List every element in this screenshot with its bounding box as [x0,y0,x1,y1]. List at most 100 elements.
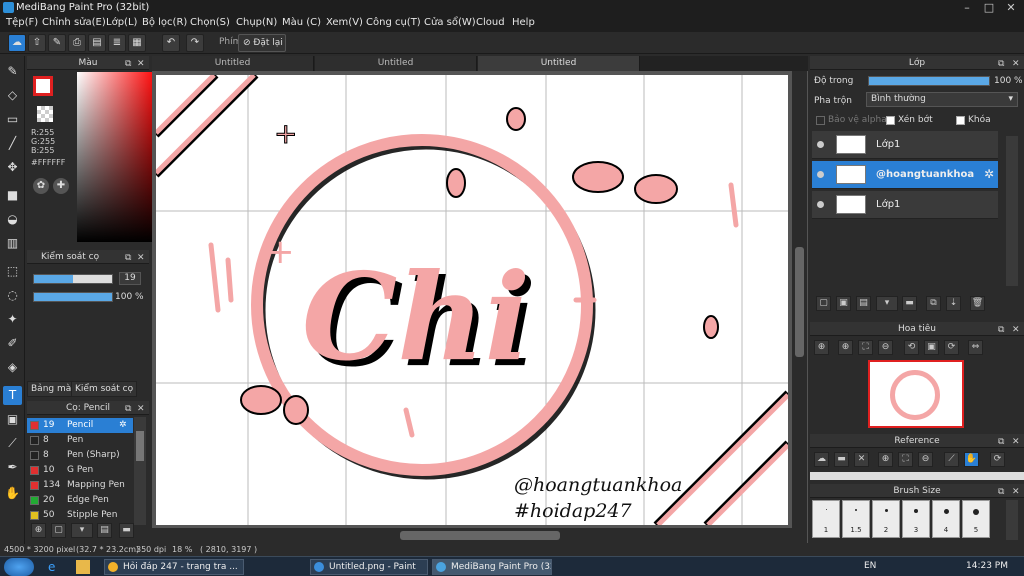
brush-menu-icon[interactable]: ▾ [71,523,93,538]
brush-list-item[interactable]: 19 Pencil ✲ [27,418,133,433]
layer-row[interactable]: Lớp1 [812,191,998,219]
primary-color-swatch[interactable] [33,76,53,96]
secondary-color-swatch[interactable] [37,106,53,122]
blend-mode-select[interactable]: Bình thường ▾ [866,92,1018,107]
canvas-vertical-scrollbar[interactable] [792,71,807,543]
layer-list-scrollbar[interactable] [1006,136,1018,286]
reference-fit-icon[interactable]: ⛶ [898,452,913,467]
palette-icon[interactable]: ✿ [33,178,49,194]
panel-close-icon[interactable]: ✕ [1012,485,1020,499]
menu-select[interactable]: Chọn(S) [190,17,230,28]
canvas-area[interactable]: + + Chi Chi @hoangtuankhoa #hoidap247 [152,71,808,543]
menu-cloud[interactable]: Cloud [476,17,505,28]
brush-size-cell[interactable]: 1.5 [842,500,870,538]
reference-close-icon[interactable]: ✕ [854,452,869,467]
reference-eyedropper-icon[interactable]: ⟋ [944,452,959,467]
brush-settings-icon[interactable]: ▤ [97,523,112,538]
flip-icon[interactable]: ⇔ [968,340,983,355]
tab-document-1[interactable]: Untitled [152,56,314,71]
close-button[interactable]: ✕ [1000,0,1022,15]
panel-close-icon[interactable]: ✕ [137,57,145,71]
taskbar-item[interactable]: Untitled.png - Paint [310,559,428,575]
eraser-tool-icon[interactable]: ◇ [3,86,22,105]
move-tool-icon[interactable]: ✥ [3,158,22,177]
brush-size-value[interactable]: 19 [119,272,141,285]
add-layer-menu-icon[interactable]: ▾ [876,296,898,311]
select-tool-icon[interactable]: ⬚ [3,262,22,281]
menu-window[interactable]: Cửa sổ(W) [424,17,476,28]
fit-icon[interactable]: ⛶ [858,340,873,355]
undock-icon[interactable]: ⧉ [998,57,1004,71]
menu-snap[interactable]: Chụp(N) [236,17,277,28]
share-icon[interactable]: ⎙ [68,34,86,52]
brush-size-cell[interactable]: 3 [902,500,930,538]
maximize-button[interactable]: □ [978,0,1000,15]
brush-list-scrollbar[interactable] [134,417,146,525]
start-button[interactable] [4,558,34,576]
redo-icon[interactable]: ↷ [186,34,204,52]
reference-cloud-icon[interactable]: ☁ [814,452,829,467]
brush-list-item[interactable]: 20 Edge Pen [27,493,133,508]
brush-list-item[interactable]: 50 Stipple Pen [27,508,133,523]
reference-zoom-out-icon[interactable]: ⊖ [918,452,933,467]
panel-close-icon[interactable]: ✕ [137,251,145,265]
eyedropper-icon[interactable]: ⟋ [3,434,22,453]
actual-size-icon[interactable]: ▣ [924,340,939,355]
undock-icon[interactable]: ⧉ [998,435,1004,449]
brush-list-item[interactable]: 8 Pen (Sharp) [27,448,133,463]
rotate-left-icon[interactable]: ⟲ [904,340,919,355]
clipping-checkbox[interactable] [886,116,895,125]
layer-row[interactable]: @hoangtuankhoa ✲ [812,161,998,189]
rotate-right-icon[interactable]: ⟳ [944,340,959,355]
gradient-tool-icon[interactable]: ▥ [3,234,22,253]
layer-folder-icon[interactable]: ▬ [902,296,917,311]
undock-icon[interactable]: ⧉ [998,323,1004,337]
gear-icon[interactable]: ✲ [984,167,994,181]
canvas-horizontal-scrollbar[interactable] [152,528,792,543]
fill-rect-tool-icon[interactable]: ■ [3,186,22,205]
lock-checkbox[interactable] [956,116,965,125]
tab-document-2[interactable]: Untitled [315,56,477,71]
saturation-value-picker[interactable] [77,72,158,242]
undock-icon[interactable]: ⧉ [125,402,131,416]
gear-icon[interactable]: ✲ [119,418,127,433]
zoom-in-2-icon[interactable]: ⊕ [838,340,853,355]
reference-open-icon[interactable]: ▬ [834,452,849,467]
lasso-tool-icon[interactable]: ◌ [3,286,22,305]
tab-document-3[interactable]: Untitled [478,56,640,71]
add-brush-icon[interactable]: ⊕ [31,523,46,538]
line-tool-icon[interactable]: ╱ [3,134,22,153]
reference-hand-icon[interactable]: ✋ [964,452,979,467]
layer-opacity-slider[interactable] [868,76,990,86]
zoom-in-icon[interactable]: ⊕ [814,340,829,355]
menu-edit[interactable]: Chỉnh sửa(E) [42,17,106,28]
trash-icon[interactable]: 🗑 [970,296,985,311]
select-eraser-icon[interactable]: ◈ [3,358,22,377]
hand-tool-icon[interactable]: ✋ [3,484,22,503]
new-halftone-layer-icon[interactable]: ▣ [836,296,851,311]
visibility-icon[interactable] [817,201,824,208]
merge-layer-icon[interactable]: ⇣ [946,296,961,311]
select-pen-icon[interactable]: ✐ [3,334,22,353]
brush-folder-icon[interactable]: ▬ [119,523,134,538]
horizontal-scroll-thumb[interactable] [400,531,560,540]
visibility-icon[interactable] [817,171,824,178]
new-layer-8bit-icon[interactable]: ▤ [856,296,871,311]
panel-close-icon[interactable]: ✕ [1012,57,1020,71]
brush-list-item[interactable]: 8 Pen [27,433,133,448]
menu-layer[interactable]: Lớp(L) [106,17,137,28]
brush-size-slider[interactable] [33,274,113,284]
text-tool-icon[interactable]: T [3,386,22,405]
artwork-canvas[interactable]: + + Chi Chi @hoangtuankhoa #hoidap247 [156,75,788,525]
menu-filter[interactable]: Bộ lọc(R) [142,17,187,28]
undock-icon[interactable]: ⧉ [125,251,131,265]
folder-icon[interactable] [76,560,90,574]
comment-icon[interactable]: ✎ [48,34,66,52]
magic-wand-icon[interactable]: ✦ [3,310,22,329]
brush-opacity-slider[interactable] [33,292,113,302]
layer-row[interactable]: Lớp1 [812,131,998,159]
brush-size-cell[interactable]: 5 [962,500,990,538]
menu-tools[interactable]: Công cụ(T) [366,17,421,28]
clock[interactable]: 14:23 PM [966,561,1008,571]
navigator-preview[interactable] [868,360,964,428]
